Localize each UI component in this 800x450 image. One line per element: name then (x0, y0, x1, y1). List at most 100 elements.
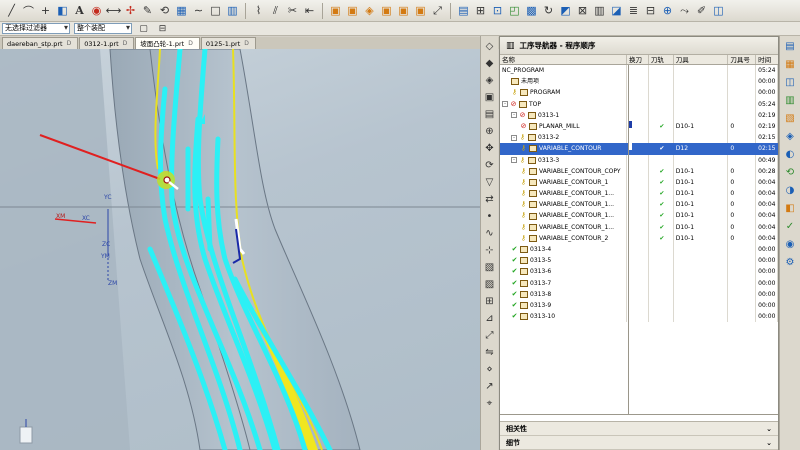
extend-icon[interactable]: ⇤ (302, 3, 317, 18)
table-row[interactable]: - ⚷ 0313-2 02:15 (500, 132, 778, 144)
body-icon[interactable]: ▨ (483, 278, 496, 291)
table-row[interactable]: ✔ 0313-8 00:00 (500, 288, 778, 300)
tilde-icon[interactable]: ∼ (191, 3, 206, 18)
table-row[interactable]: - ⚷ 0313-3 00:49 (500, 154, 778, 166)
cursor-icon[interactable]: ⌖ (483, 397, 496, 410)
face-icon[interactable]: ▧ (483, 261, 496, 274)
edit-icon[interactable]: ✐ (694, 3, 709, 18)
part-navigator-icon[interactable]: ◫ (784, 76, 797, 89)
table-row[interactable]: ✔ 0313-9 00:00 (500, 299, 778, 312)
dependencies-panel[interactable]: 相关性 ⌄ (500, 422, 778, 436)
measure-icon[interactable]: ⟷ (106, 3, 122, 18)
tab-daereban[interactable]: daereban_stp.prt D (2, 37, 79, 49)
point-2-icon[interactable]: • (483, 210, 496, 223)
layer-icon[interactable]: ◉ (89, 3, 104, 18)
vertex-icon[interactable]: ⋄ (483, 363, 496, 376)
system-materials-icon[interactable]: ◑ (784, 184, 797, 197)
chevron-down-icon[interactable]: ⌄ (766, 439, 772, 447)
rectangle-icon[interactable]: □ (208, 3, 223, 18)
table-row[interactable]: ⚷ VARIABLE_CONTOUR_1... ✔ D10-1 0 00:04 (500, 221, 778, 233)
table-row[interactable]: ✔ 0313-7 00:00 (500, 277, 778, 289)
shaded-icon[interactable]: ◆ (483, 57, 496, 70)
table-row[interactable]: - ⊘ TOP 05:24 (500, 98, 779, 110)
wcs-icon[interactable]: ⊕ (660, 3, 675, 18)
table-row[interactable]: NC_PROGRAM 05:24 (500, 65, 779, 77)
table-row[interactable]: ✔ 0313-6 00:00 (500, 266, 778, 278)
postprocess-icon[interactable]: ⊠ (575, 3, 590, 18)
pattern-icon[interactable]: ▦ (174, 3, 189, 18)
simulate-icon[interactable]: ◪ (609, 3, 624, 18)
wireframe-icon[interactable]: ◇ (483, 40, 496, 53)
table-row[interactable]: ⚷ PROGRAM 00:00 (500, 87, 778, 99)
details-panel[interactable]: 细节 ⌄ (500, 436, 778, 450)
table-row[interactable]: ✔ 0313-10 00:00 (500, 311, 778, 323)
method-icon[interactable]: ▩ (524, 3, 539, 18)
table-row[interactable]: ⚷ VARIABLE_CONTOUR_1... ✔ D10-1 0 00:04 (500, 210, 778, 222)
measure-2-icon[interactable]: ⊟ (643, 3, 658, 18)
view-top-icon[interactable]: ▣ (345, 3, 360, 18)
table-row[interactable]: ⊘ PLANAR_MILL ✔ D10-1 0 02:19 (500, 120, 778, 133)
close-icon[interactable]: D (188, 39, 193, 49)
view-back-icon[interactable]: ▣ (396, 3, 411, 18)
close-icon[interactable]: D (244, 39, 249, 49)
settings-icon[interactable]: ⚙ (784, 256, 797, 269)
text-icon[interactable]: A (72, 3, 87, 18)
table-row[interactable]: ⚷ VARIABLE_CONTOUR_COPY ✔ D10-1 0 00:28 (500, 165, 778, 177)
cube-icon[interactable]: ◧ (55, 3, 70, 18)
offset-icon[interactable]: ⫽ (268, 3, 283, 18)
generate-icon[interactable]: ↻ (541, 3, 556, 18)
web-browser-icon[interactable]: ◐ (784, 148, 797, 161)
display-icon[interactable]: ◫ (711, 3, 726, 18)
section-icon[interactable]: ▤ (483, 108, 496, 121)
close-icon[interactable]: D (123, 39, 128, 49)
collapse-icon[interactable]: - (511, 134, 517, 141)
trim-icon[interactable]: ✂ (285, 3, 300, 18)
curve-icon[interactable]: ⌇ (251, 3, 266, 18)
table-row[interactable]: 未用项 00:00 (500, 76, 778, 88)
curve-2-icon[interactable]: ∿ (483, 227, 496, 240)
datum-icon[interactable]: ⊿ (483, 312, 496, 325)
snap-2-icon[interactable]: ⊹ (483, 244, 496, 257)
table-row[interactable]: ⚷ VARIABLE_CONTOUR_1... ✔ D10-1 0 00:04 (500, 199, 778, 211)
column-time[interactable]: 时间 (756, 55, 778, 64)
reuse-library-icon[interactable]: ▧ (784, 112, 797, 125)
collapse-icon[interactable]: - (511, 112, 517, 119)
close-icon[interactable]: D (67, 39, 72, 49)
orbit-icon[interactable]: ⟳ (483, 159, 496, 172)
table-row[interactable]: ⚷ VARIABLE_CONTOUR_2 ✔ D10-1 0 00:04 (500, 232, 778, 244)
table-row[interactable]: ✔ 0313-5 00:00 (500, 255, 778, 267)
tab-0125-1[interactable]: 0125-1.prt D (200, 37, 256, 49)
collapse-icon[interactable]: - (502, 101, 508, 108)
arrow-icon[interactable]: ↗ (483, 380, 496, 393)
assembly-navigator-icon[interactable]: ▦ (784, 58, 797, 71)
graphics-viewport[interactable]: YC ZC XC ZM YM XM (0, 49, 480, 450)
fit-view-icon[interactable]: ⤢ (430, 3, 445, 18)
deselect-icon[interactable]: ⊟ (155, 21, 170, 36)
verify-icon[interactable]: ◩ (558, 3, 573, 18)
column-tool[interactable]: 刀具 (674, 55, 729, 64)
table-row[interactable]: ⚷ VARIABLE_CONTOUR_1 ✔ D10-1 0 00:04 (500, 176, 778, 189)
select-all-icon[interactable]: ▢ (136, 21, 151, 36)
view-iso-icon[interactable]: ◈ (362, 3, 377, 18)
geometry-icon[interactable]: ◰ (507, 3, 522, 18)
column-name[interactable]: 名称 (500, 55, 628, 64)
tab-cam-1[interactable]: 坡面凸轮-1.prt D (135, 37, 200, 49)
scale-icon[interactable]: ⤢ (483, 329, 496, 342)
column-tool-change[interactable]: 换刀 (627, 55, 649, 64)
table-row[interactable]: ✔ 0313-4 00:00 (500, 244, 778, 256)
column-tool-number[interactable]: 刀具号 (728, 55, 757, 64)
sketch-icon[interactable]: ✎ (140, 3, 155, 18)
table-row[interactable]: ⚷ VARIABLE_CONTOUR ✔ D12 0 02:15 (500, 143, 778, 155)
assembly-combo[interactable]: 整个装配 (74, 23, 132, 34)
line-icon[interactable]: ╱ (4, 3, 19, 18)
view-front-icon[interactable]: ▣ (328, 3, 343, 18)
system-scenes-icon[interactable]: ◉ (784, 238, 797, 251)
view-right-icon[interactable]: ▣ (379, 3, 394, 18)
operation-icon[interactable]: ▤ (456, 3, 471, 18)
table-row[interactable]: ⚷ VARIABLE_CONTOUR_1... ✔ D10-1 0 00:04 (500, 188, 778, 200)
mirror-icon[interactable]: ⇋ (483, 346, 496, 359)
column-path[interactable]: 刀轨 (649, 55, 674, 64)
process-studio-icon[interactable]: ◧ (784, 202, 797, 215)
chevron-down-icon[interactable]: ⌄ (766, 425, 772, 433)
extrude-icon[interactable]: ▥ (225, 3, 240, 18)
